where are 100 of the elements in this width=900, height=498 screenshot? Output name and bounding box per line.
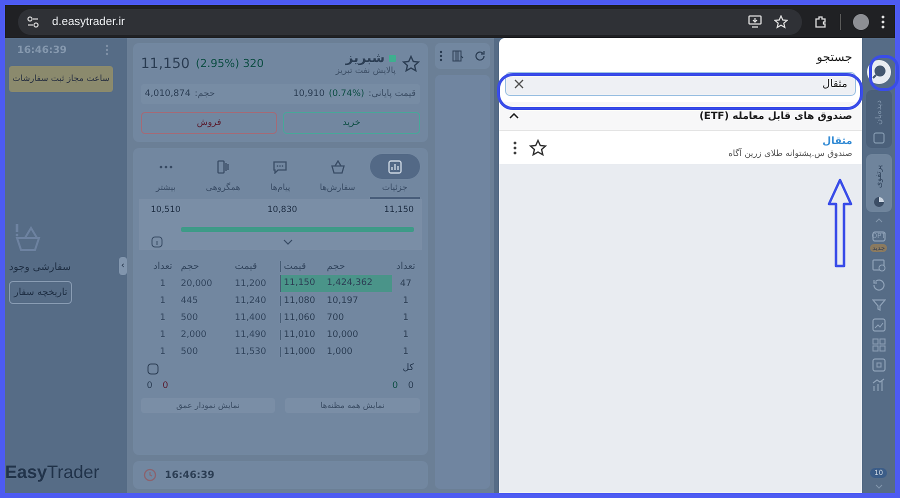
chevron-down-icon[interactable] bbox=[874, 484, 883, 489]
panel-title: جستجو bbox=[815, 49, 854, 66]
chart-icon[interactable] bbox=[872, 318, 886, 332]
total-label: کل bbox=[402, 363, 414, 375]
table-cell-text: 1 bbox=[402, 346, 410, 356]
total-value: 0 bbox=[392, 381, 398, 391]
table-cell-text: 1 bbox=[402, 330, 410, 340]
table-cell: 1,424,362 bbox=[324, 275, 392, 292]
table-cell: 11,080 bbox=[280, 296, 324, 306]
table-cell-text: 10,197 bbox=[326, 296, 360, 306]
menu-icon[interactable] bbox=[881, 14, 885, 28]
table-cell-text: 1 bbox=[158, 278, 167, 288]
bookmark-star-icon[interactable] bbox=[774, 14, 788, 28]
table-cell-text: 500 bbox=[180, 346, 199, 356]
table-cell-text: 11,240 bbox=[234, 296, 268, 306]
search-result[interactable]: مثقال صندوق س.پشتوانه طلای زرین آگاه bbox=[499, 131, 862, 164]
clear-icon[interactable] bbox=[514, 79, 524, 89]
close-price: 10,910 bbox=[293, 89, 325, 99]
group-icon bbox=[215, 160, 232, 174]
clock-time: 16:46:39 bbox=[164, 470, 215, 480]
table-cell-text: 10,000 bbox=[326, 330, 360, 340]
result-name: صندوق س.پشتوانه طلای زرین آگاه bbox=[728, 149, 852, 159]
help-icon[interactable] bbox=[146, 363, 159, 375]
order-history-button[interactable]: تاریخچه سفار bbox=[9, 281, 72, 304]
favorite-star-icon[interactable] bbox=[529, 138, 548, 156]
tab[interactable]: همگروهی bbox=[198, 154, 248, 199]
history-icon[interactable] bbox=[872, 278, 886, 292]
column-header: قیمت bbox=[234, 261, 258, 272]
extensions-icon[interactable] bbox=[814, 14, 828, 28]
table-cell-text: 11,530 bbox=[234, 346, 268, 356]
last-price: 11,150 bbox=[140, 56, 190, 72]
highlight-ring bbox=[869, 55, 899, 91]
app-logo: EasyTrader bbox=[5, 462, 100, 483]
chevron-up-icon[interactable] bbox=[509, 113, 520, 119]
group-header[interactable]: صندوق های قابل معامله (ETF) bbox=[499, 102, 862, 131]
table-cell-text: 445 bbox=[180, 296, 199, 306]
table-cell-text: 1 bbox=[402, 312, 410, 322]
table-cell: 11,000 bbox=[280, 346, 324, 356]
table-cell-text: 500 bbox=[180, 312, 199, 322]
site-settings-icon[interactable] bbox=[26, 14, 40, 28]
book-button[interactable]: نمایش نمودار عمق bbox=[140, 398, 276, 413]
total-value: 0 bbox=[408, 381, 414, 391]
buy-button[interactable]: خرید bbox=[283, 112, 420, 134]
info-icon[interactable] bbox=[150, 236, 163, 248]
more-options-icon[interactable] bbox=[513, 140, 518, 154]
url-text: d.easytrader.ir bbox=[52, 16, 125, 28]
close-change: (0.74%) bbox=[328, 89, 364, 99]
column-header: حجم bbox=[180, 261, 200, 272]
calendar-icon[interactable] bbox=[872, 258, 886, 272]
install-icon[interactable] bbox=[748, 15, 762, 28]
columns-icon[interactable] bbox=[452, 50, 464, 62]
table-cell-text: 1 bbox=[158, 346, 167, 356]
options-icon[interactable] bbox=[872, 229, 886, 243]
basket-icon bbox=[330, 160, 346, 174]
table-cell-text: 47 bbox=[399, 278, 412, 288]
table-cell-text: 1 bbox=[158, 296, 167, 306]
symbol-name: شبریز bbox=[346, 51, 385, 66]
total-value: 0 bbox=[146, 381, 152, 391]
column-header: قیمت bbox=[280, 261, 324, 272]
table-cell: 11,010 bbox=[280, 330, 324, 340]
table-cell-text: 11,400 bbox=[234, 312, 268, 322]
close-price-label: قیمت پایانی: bbox=[368, 89, 416, 99]
range-tick: 10,510 bbox=[150, 205, 181, 215]
search-icon bbox=[870, 64, 887, 80]
filter-icon[interactable] bbox=[872, 298, 886, 312]
favorite-star-icon[interactable] bbox=[402, 54, 420, 72]
table-cell-text: 11,490 bbox=[234, 330, 268, 340]
message-icon bbox=[272, 160, 288, 174]
grid-icon[interactable] bbox=[872, 338, 886, 352]
chevron-down-icon[interactable] bbox=[282, 239, 293, 245]
address-bar[interactable]: d.easytrader.ir bbox=[18, 8, 802, 34]
total-value: 0 bbox=[162, 381, 168, 391]
tab[interactable]: سفارش‌ها bbox=[312, 154, 363, 199]
pie-chart-icon bbox=[872, 196, 885, 208]
table-cell-text: 2,000 bbox=[180, 330, 208, 340]
bars-icon[interactable] bbox=[872, 378, 886, 392]
refresh-icon[interactable] bbox=[474, 50, 486, 62]
column-header: تعداد bbox=[152, 261, 174, 272]
square-icon[interactable] bbox=[872, 358, 886, 372]
column-header: حجم bbox=[326, 261, 346, 272]
price-change: 320 (2.95%) bbox=[196, 57, 264, 70]
book-button[interactable]: نمایش همه مظنه‌ها bbox=[285, 398, 420, 413]
sell-button[interactable]: فروش bbox=[140, 112, 278, 134]
table-cell: 11,060 bbox=[280, 312, 324, 322]
table-cell-text: 11,200 bbox=[234, 278, 268, 288]
profile-avatar[interactable] bbox=[853, 14, 869, 30]
sidebar-tab[interactable]: پرتفوی bbox=[866, 154, 892, 212]
table-cell-text: 1 bbox=[158, 312, 167, 322]
table-cell-text: 700 bbox=[326, 312, 345, 322]
result-symbol[interactable]: مثقال bbox=[728, 136, 852, 147]
collapse-handle[interactable]: ‹ bbox=[118, 256, 127, 274]
company-name: پالایش نفت تبریز bbox=[336, 66, 396, 76]
order-hours-button[interactable]: ساعت مجاز ثبت سفارشات bbox=[9, 66, 113, 92]
table-cell-text: 1 bbox=[402, 296, 410, 306]
column-header: تعداد bbox=[395, 261, 416, 272]
range-tick: 10,830 bbox=[267, 205, 298, 215]
tab[interactable]: پیام‌ها bbox=[255, 154, 306, 199]
chart-icon bbox=[386, 160, 403, 174]
empty-orders-text: سفارشی وجود bbox=[9, 262, 71, 273]
tab[interactable]: بیشتر bbox=[140, 154, 191, 199]
